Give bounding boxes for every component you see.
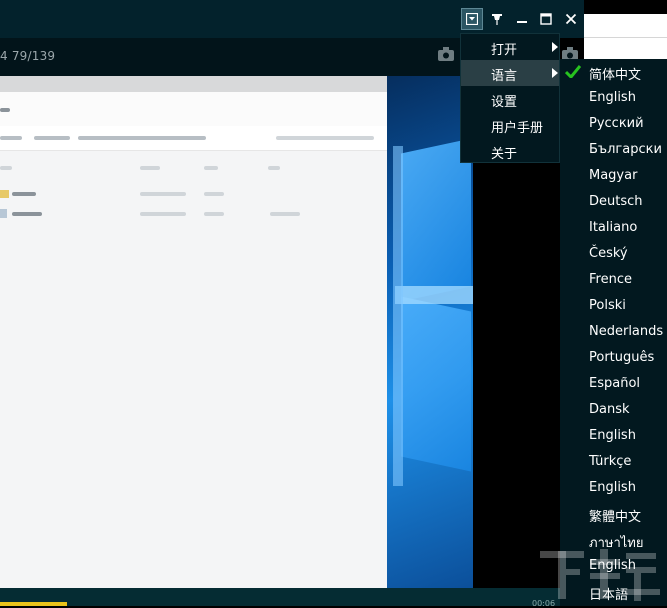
- language-option[interactable]: Български: [560, 137, 667, 163]
- language-submenu: 简体中文 English Русский Български Magyar Deutsch…: [560, 59, 667, 606]
- language-option-label: Български: [589, 142, 662, 157]
- camera-icon[interactable]: [438, 46, 454, 65]
- language-option[interactable]: English: [560, 475, 667, 501]
- language-option[interactable]: Português: [560, 345, 667, 371]
- menu-item-label: 用户手册: [491, 121, 544, 136]
- language-option-label: Polski: [589, 298, 626, 313]
- language-option-label: Český: [589, 246, 628, 261]
- language-option-label: Deutsch: [589, 194, 643, 209]
- language-option[interactable]: English: [560, 85, 667, 111]
- language-option[interactable]: Türkçe: [560, 449, 667, 475]
- language-option[interactable]: English: [560, 423, 667, 449]
- language-option-label: Português: [589, 350, 655, 365]
- image-counter: 4 79/139: [0, 49, 56, 63]
- language-option-label: Magyar: [589, 168, 638, 183]
- submenu-arrow-icon: [552, 68, 558, 78]
- menu-item-label: 关于: [491, 147, 518, 162]
- pin-icon[interactable]: [486, 8, 508, 30]
- menu-dropdown-icon[interactable]: [461, 8, 483, 30]
- language-option-label: Italiano: [589, 220, 638, 235]
- language-option[interactable]: Frence: [560, 267, 667, 293]
- language-option-label: English: [589, 480, 636, 495]
- menu-item[interactable]: 设置: [461, 86, 559, 112]
- language-option-label: Español: [589, 376, 641, 391]
- language-option-label: Русский: [589, 116, 644, 131]
- playback-bar: [0, 588, 560, 606]
- language-option[interactable]: Deutsch: [560, 189, 667, 215]
- language-option-label: English: [589, 428, 636, 443]
- language-option[interactable]: Dansk: [560, 397, 667, 423]
- minimize-icon[interactable]: [511, 8, 533, 30]
- language-option[interactable]: 简体中文: [560, 59, 667, 85]
- background-window-strip: [584, 14, 667, 60]
- menu-item-label: 打开: [491, 43, 518, 58]
- language-option-label: Nederlands: [589, 324, 664, 339]
- language-option[interactable]: Español: [560, 371, 667, 397]
- menu-item[interactable]: 语言: [461, 60, 559, 86]
- main-menu: 打开语言设置用户手册关于: [460, 33, 560, 163]
- watermark-logo: [540, 549, 660, 601]
- maximize-icon[interactable]: [535, 8, 557, 30]
- menu-item[interactable]: 关于: [461, 138, 559, 164]
- menu-item-label: 设置: [491, 95, 518, 110]
- checkmark-icon: [565, 65, 581, 78]
- language-option[interactable]: Italiano: [560, 215, 667, 241]
- language-option-label: English: [589, 90, 636, 105]
- language-option[interactable]: Nederlands: [560, 319, 667, 345]
- close-icon[interactable]: [560, 8, 582, 30]
- video-frame: [0, 76, 473, 588]
- language-option[interactable]: Русский: [560, 111, 667, 137]
- language-option-label: Frence: [589, 272, 632, 287]
- video-content-explorer: [0, 76, 387, 588]
- language-option[interactable]: Magyar: [560, 163, 667, 189]
- language-option-label: Türkçe: [589, 454, 632, 469]
- language-option-label: 繁體中文: [589, 510, 642, 525]
- progress-bar[interactable]: [0, 602, 67, 606]
- menu-item[interactable]: 用户手册: [461, 112, 559, 138]
- language-option-label: Dansk: [589, 402, 630, 417]
- language-option[interactable]: Český: [560, 241, 667, 267]
- language-option-label: 简体中文: [589, 68, 642, 83]
- menu-item-label: 语言: [491, 69, 518, 84]
- submenu-arrow-icon: [552, 42, 558, 52]
- language-option[interactable]: 繁體中文: [560, 501, 667, 527]
- language-option[interactable]: Polski: [560, 293, 667, 319]
- menu-item[interactable]: 打开: [461, 34, 559, 60]
